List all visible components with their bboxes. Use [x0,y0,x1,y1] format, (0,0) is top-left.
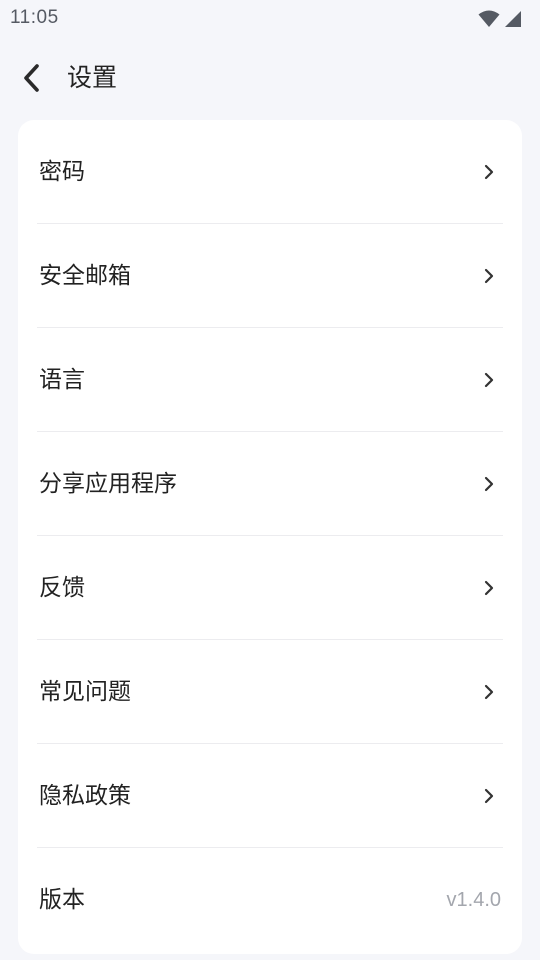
settings-item-share-app[interactable]: 分享应用程序 [18,432,522,536]
chevron-right-icon [484,476,494,492]
wifi-icon [478,10,500,27]
status-icons [478,8,522,28]
chevron-left-icon [24,64,39,92]
page-title: 设置 [67,63,118,92]
cell-signal-icon [505,11,521,27]
settings-item-language[interactable]: 语言 [18,328,522,432]
app-bar: 设置 [0,50,540,106]
settings-item-label: 版本 [39,887,85,913]
status-bar: 11:05 [0,0,540,36]
chevron-right-icon [484,580,494,596]
settings-item-label: 分享应用程序 [39,471,177,497]
chevron-right-icon [484,788,494,804]
settings-item-label: 反馈 [39,575,85,601]
settings-item-password[interactable]: 密码 [18,120,522,224]
settings-item-label: 常见问题 [39,679,131,705]
settings-item-label: 语言 [39,367,85,393]
chevron-right-icon [484,684,494,700]
settings-item-label: 安全邮箱 [39,263,131,289]
chevron-right-icon [484,372,494,388]
version-value: v1.4.0 [446,889,501,911]
chevron-right-icon [484,164,494,180]
chevron-right-icon [484,268,494,284]
settings-item-privacy-policy[interactable]: 隐私政策 [18,744,522,848]
settings-item-version: 版本 v1.4.0 [18,848,522,952]
settings-card: 密码 安全邮箱 语言 分享应用程序 反馈 常见问题 隐私政策 版本 v1.4.0 [18,120,522,954]
settings-item-label: 密码 [39,159,85,185]
back-button[interactable] [14,60,50,96]
settings-item-label: 隐私政策 [39,783,131,809]
settings-item-faq[interactable]: 常见问题 [18,640,522,744]
settings-item-secure-email[interactable]: 安全邮箱 [18,224,522,328]
status-time: 11:05 [10,7,59,28]
settings-item-feedback[interactable]: 反馈 [18,536,522,640]
